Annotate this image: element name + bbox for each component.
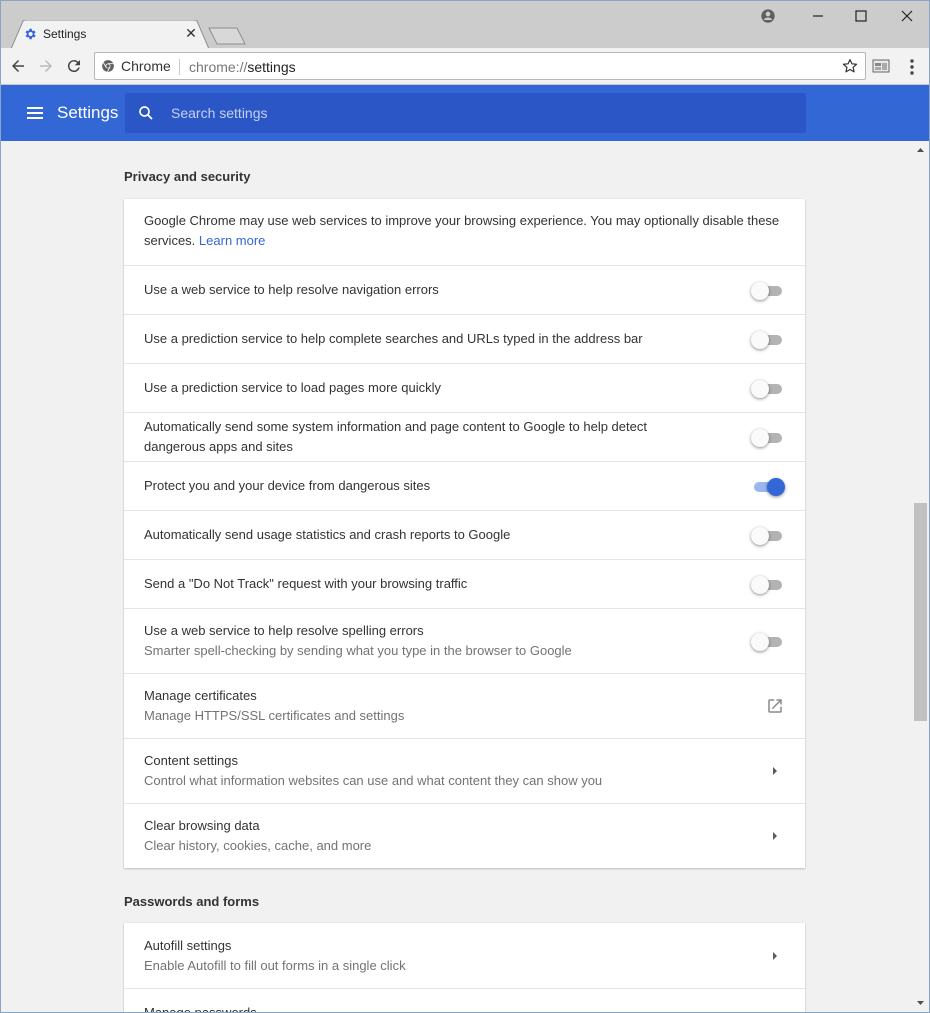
manage-passwords-row[interactable]: Manage passwords: [124, 988, 805, 1012]
forward-button[interactable]: [35, 55, 57, 77]
extension-icon[interactable]: [872, 58, 892, 76]
minimize-button[interactable]: [806, 5, 830, 27]
toggle-label: Automatically send some system informati…: [144, 419, 647, 454]
learn-more-link[interactable]: Learn more: [199, 233, 265, 248]
toggle-label: Protect you and your device from dangero…: [144, 478, 431, 493]
row-label: Manage passwords: [144, 1003, 745, 1012]
chevron-right-icon[interactable]: [765, 946, 785, 966]
toggle-prediction-search[interactable]: [751, 329, 785, 349]
manage-certificates-row[interactable]: Manage certificates Manage HTTPS/SSL cer…: [124, 673, 805, 738]
tab-close-icon[interactable]: ✕: [183, 25, 199, 41]
title-bar: Settings ✕: [0, 0, 930, 49]
scrollbar-thumb[interactable]: [914, 503, 927, 721]
toggle-row-spelling[interactable]: Use a web service to help resolve spelli…: [124, 608, 805, 673]
toggle-usage-stats[interactable]: [751, 525, 785, 545]
chevron-right-icon[interactable]: [765, 826, 785, 846]
url-scheme: chrome://: [189, 59, 248, 75]
omnibox-divider: [179, 59, 180, 75]
close-window-button[interactable]: [895, 5, 919, 27]
toggle-label: Use a prediction service to load pages m…: [144, 380, 441, 395]
toggle-row-do-not-track[interactable]: Send a "Do Not Track" request with your …: [124, 559, 805, 608]
section-heading-passwords: Passwords and forms: [124, 894, 260, 909]
row-sublabel: Enable Autofill to fill out forms in a s…: [144, 957, 406, 973]
toggle-label: Send a "Do Not Track" request with your …: [144, 576, 468, 591]
toggle-label: Automatically send usage statistics and …: [144, 527, 511, 542]
gear-icon: [23, 27, 37, 41]
toggle-row-safe-browsing[interactable]: Protect you and your device from dangero…: [124, 461, 805, 510]
row-label: Content settings: [144, 753, 238, 768]
toggle-do-not-track[interactable]: [751, 574, 785, 594]
row-label: Manage certificates: [144, 688, 257, 703]
toggle-safe-browsing-reports[interactable]: [751, 427, 785, 447]
toggle-row-prediction-search[interactable]: Use a prediction service to help complet…: [124, 314, 805, 363]
hamburger-menu-icon[interactable]: [25, 103, 45, 123]
toggle-spelling[interactable]: [751, 631, 785, 651]
privacy-intro: Google Chrome may use web services to im…: [124, 199, 805, 265]
page-scrollbar[interactable]: [912, 141, 929, 1012]
omnibox-chip-label: Chrome: [121, 58, 171, 74]
chrome-icon: [102, 60, 114, 73]
toggle-row-safe-browsing-reports[interactable]: Automatically send some system informati…: [124, 412, 805, 461]
chrome-menu-icon[interactable]: [903, 56, 921, 78]
profile-icon[interactable]: [756, 5, 780, 27]
section-heading-privacy: Privacy and security: [124, 169, 251, 184]
new-tab-button[interactable]: [208, 27, 246, 45]
url-text[interactable]: chrome://settings: [189, 59, 296, 75]
toggle-label: Use a web service to help resolve spelli…: [144, 623, 424, 638]
browser-toolbar: Chrome chrome://settings: [0, 48, 930, 85]
reload-button[interactable]: [63, 55, 85, 77]
maximize-button[interactable]: [849, 5, 873, 27]
address-bar[interactable]: Chrome chrome://settings: [94, 52, 866, 80]
toggle-safe-browsing[interactable]: [751, 476, 785, 496]
row-label: Autofill settings: [144, 937, 232, 953]
passwords-card: Autofill settings Enable Autofill to fil…: [124, 923, 805, 1012]
back-button[interactable]: [7, 55, 29, 77]
scroll-down-arrow-icon[interactable]: [912, 996, 929, 1010]
search-settings-box[interactable]: [125, 93, 806, 133]
tab-title: Settings: [43, 27, 87, 41]
toggle-prediction-pages[interactable]: [751, 378, 785, 398]
page-title: Settings: [57, 103, 119, 122]
privacy-card: Google Chrome may use web services to im…: [124, 199, 805, 868]
scroll-up-arrow-icon[interactable]: [912, 143, 929, 157]
open-in-new-icon[interactable]: [765, 696, 785, 716]
toggle-label: Use a web service to help resolve naviga…: [144, 282, 439, 297]
url-path: settings: [247, 59, 296, 75]
chrome-security-chip[interactable]: Chrome: [101, 58, 171, 74]
row-sublabel: Control what information websites can us…: [144, 773, 603, 788]
row-label: Clear browsing data: [144, 818, 260, 833]
settings-header: Settings: [0, 85, 930, 141]
toggle-row-usage-stats[interactable]: Automatically send usage statistics and …: [124, 510, 805, 559]
toggle-row-prediction-pages[interactable]: Use a prediction service to load pages m…: [124, 363, 805, 412]
chevron-right-icon[interactable]: [765, 761, 785, 781]
clear-browsing-data-row[interactable]: Clear browsing data Clear history, cooki…: [124, 803, 805, 868]
search-input[interactable]: [171, 102, 771, 124]
toggle-sublabel: Smarter spell-checking by sending what y…: [144, 643, 572, 658]
search-icon: [137, 104, 155, 122]
window-border-left: [0, 141, 1, 1013]
toggle-navigation-errors[interactable]: [751, 280, 785, 300]
settings-content: Privacy and security Google Chrome may u…: [1, 141, 912, 1012]
row-sublabel: Clear history, cookies, cache, and more: [144, 838, 372, 853]
bookmark-star-icon[interactable]: [841, 57, 859, 75]
browser-tab-settings[interactable]: Settings ✕: [11, 20, 209, 49]
row-sublabel: Manage HTTPS/SSL certificates and settin…: [144, 708, 405, 723]
autofill-settings-row[interactable]: Autofill settings Enable Autofill to fil…: [124, 923, 805, 988]
toggle-label: Use a prediction service to help complet…: [144, 331, 643, 346]
content-settings-row[interactable]: Content settings Control what informatio…: [124, 738, 805, 803]
toggle-row-navigation-errors[interactable]: Use a web service to help resolve naviga…: [124, 265, 805, 314]
